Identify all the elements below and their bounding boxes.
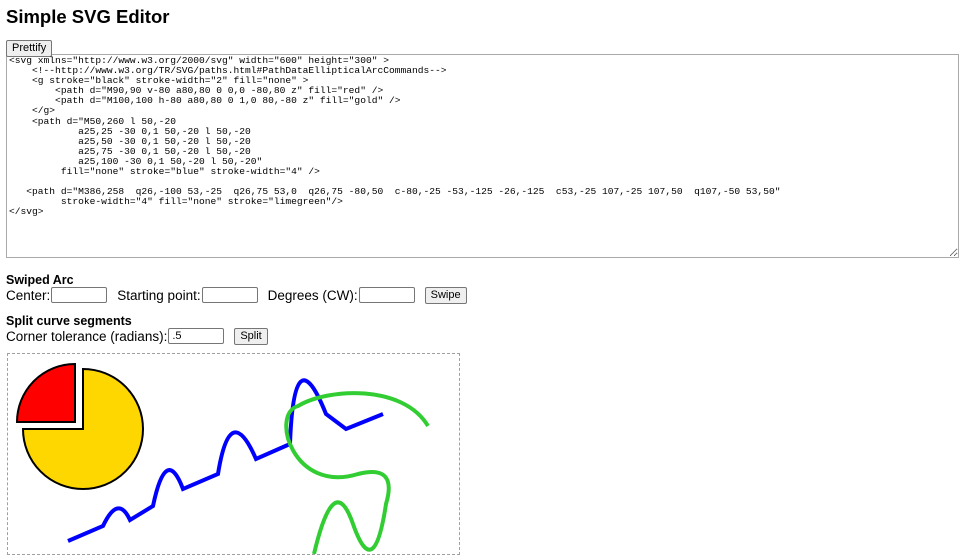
swiped-arc-controls: Center: Starting point: Degrees (CW): Sw…: [6, 286, 954, 304]
center-label: Center:: [6, 287, 51, 303]
green-loop-path[interactable]: [284, 391, 430, 554]
split-curve-heading: Split curve segments: [6, 314, 132, 328]
page-title: Simple SVG Editor: [6, 6, 170, 27]
corner-tolerance-input[interactable]: [168, 328, 225, 344]
corner-tolerance-label: Corner tolerance (radians):: [6, 328, 168, 344]
red-wedge-shape[interactable]: [15, 362, 76, 423]
swiped-arc-heading: Swiped Arc: [6, 273, 74, 287]
toolbar: Prettify: [6, 38, 954, 57]
split-curve-section: Split curve segments Corner tolerance (r…: [6, 314, 954, 345]
center-input[interactable]: [51, 287, 108, 303]
swiped-arc-section: Swiped Arc Center: Starting point: Degre…: [6, 273, 954, 304]
split-button[interactable]: Split: [234, 327, 268, 345]
starting-point-input[interactable]: [201, 287, 258, 303]
starting-point-label: Starting point:: [117, 287, 201, 303]
degrees-label: Degrees (CW):: [267, 287, 358, 303]
page: Simple SVG Editor Prettify Swiped Arc Ce…: [0, 6, 960, 345]
svg-preview: [15, 362, 430, 554]
degrees-input[interactable]: [358, 287, 415, 303]
split-curve-controls: Corner tolerance (radians): Split: [6, 327, 954, 345]
svg-preview-canvas[interactable]: [7, 353, 460, 555]
svg-code-editor[interactable]: [6, 54, 959, 258]
swipe-button[interactable]: Swipe: [424, 286, 467, 304]
